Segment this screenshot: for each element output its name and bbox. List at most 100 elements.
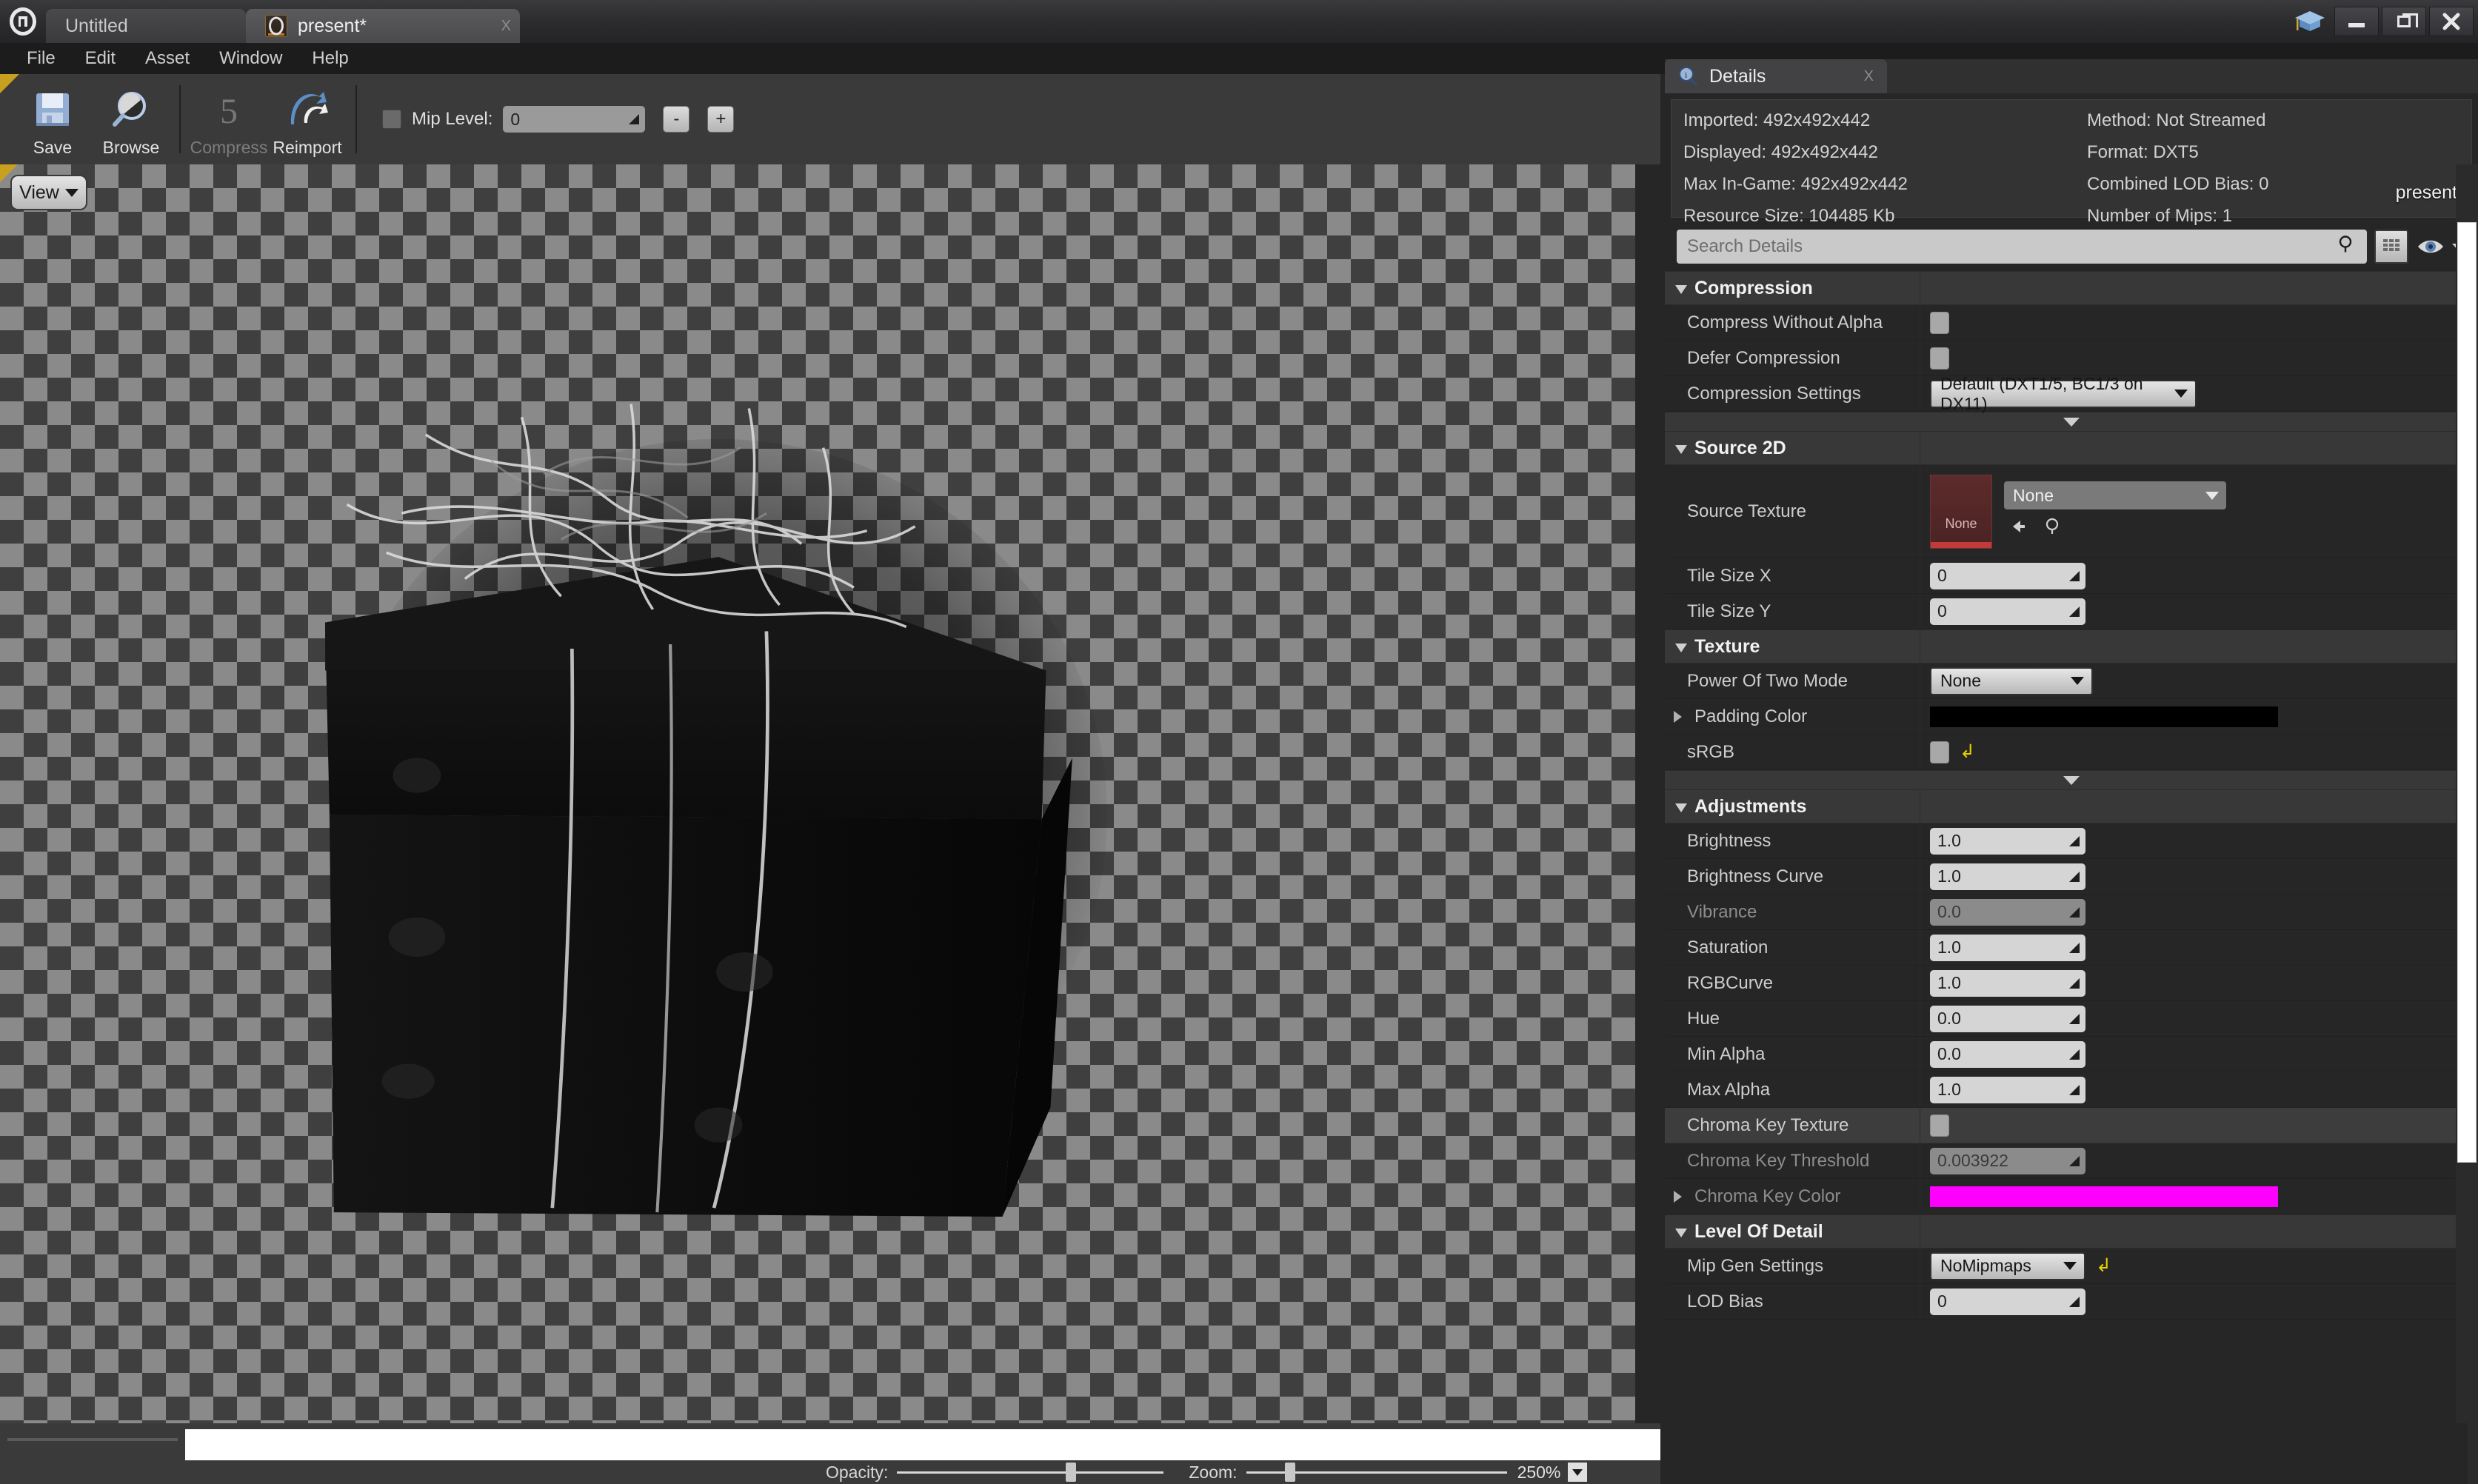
view-menu-label: View (19, 181, 59, 203)
window-maximize-button[interactable] (2382, 7, 2426, 36)
browse-button[interactable]: Browse (92, 78, 170, 160)
tile-size-x-input[interactable]: 0 (1930, 562, 2085, 589)
menu-item-help[interactable]: Help (298, 45, 361, 72)
padding-color-swatch[interactable] (1930, 706, 2278, 727)
save-button[interactable]: Save (13, 78, 92, 160)
tab-details-close-icon[interactable]: X (1864, 68, 1874, 85)
tab-untitled[interactable]: Untitled (46, 9, 246, 43)
property-row-srgb: sRGB ↲ (1665, 735, 2478, 770)
reset-to-default-icon[interactable]: ↲ (1960, 743, 1975, 761)
opacity-slider-thumb[interactable] (1066, 1463, 1077, 1482)
drag-handle-icon[interactable] (2069, 942, 2080, 953)
menu-item-file[interactable]: File (13, 45, 69, 72)
drag-handle-icon[interactable] (2069, 1296, 2080, 1307)
reimport-button[interactable]: Reimport (268, 78, 347, 160)
drag-handle-icon[interactable] (2069, 835, 2080, 846)
search-input[interactable]: Search Details (1677, 230, 2367, 264)
texture-section-expander[interactable] (1665, 770, 2478, 789)
info-imported: Imported: 492x492x442 (1683, 110, 1871, 130)
tile-size-y-input[interactable]: 0 (1930, 598, 2085, 625)
mip-gen-settings-dropdown[interactable]: NoMipmaps (1930, 1251, 2085, 1280)
lod-bias-input[interactable]: 0 (1930, 1288, 2085, 1315)
saturation-input[interactable]: 1.0 (1930, 934, 2085, 961)
viewport-horizontal-scrollbar-thumb[interactable] (185, 1429, 1660, 1460)
hue-value: 0.0 (1937, 1009, 1961, 1028)
chroma-key-texture-checkbox[interactable] (1930, 1114, 1949, 1137)
viewport-scroll-tickmark (7, 1438, 178, 1441)
hue-input[interactable]: 0.0 (1930, 1005, 2085, 1032)
source-texture-dropdown[interactable]: None (2004, 481, 2226, 509)
expand-triangle-icon (1675, 1229, 1687, 1237)
drag-handle-icon[interactable] (2069, 1013, 2080, 1024)
browse-to-asset-icon[interactable] (2044, 517, 2063, 541)
drag-handle-icon[interactable] (629, 114, 640, 124)
texture-viewport[interactable]: View (0, 164, 1635, 1423)
window-minimize-button[interactable] (2334, 7, 2379, 36)
chroma-key-threshold-input[interactable]: 0.003922 (1930, 1147, 2085, 1174)
expand-arrow-icon[interactable] (1674, 710, 1682, 723)
source-texture-thumbnail[interactable]: None (1930, 474, 1992, 549)
chevron-down-icon (1572, 1468, 1583, 1476)
compress-without-alpha-checkbox[interactable] (1930, 311, 1949, 334)
drag-handle-icon[interactable] (2069, 906, 2080, 918)
view-menu-button[interactable]: View (10, 175, 87, 210)
window-close-button[interactable] (2429, 7, 2474, 36)
tab-present[interactable]: present* X (246, 9, 520, 43)
section-header-level-of-detail[interactable]: Level Of Detail (1665, 1214, 2478, 1249)
unreal-engine-logo-icon (0, 0, 46, 43)
drag-handle-icon[interactable] (2069, 1084, 2080, 1095)
drag-handle-icon[interactable] (2069, 1049, 2080, 1060)
section-header-texture[interactable]: Texture (1665, 629, 2478, 664)
tab-details[interactable]: i Details X (1665, 59, 1887, 93)
browse-button-label: Browse (102, 138, 160, 157)
compression-section-expander[interactable] (1665, 412, 2478, 431)
property-row-brightness-curve: Brightness Curve 1.0 (1665, 859, 2478, 895)
menu-item-edit[interactable]: Edit (72, 45, 129, 72)
graduation-cap-icon[interactable] (2288, 0, 2331, 43)
zoom-slider-thumb[interactable] (1284, 1463, 1295, 1482)
menu-item-asset[interactable]: Asset (132, 45, 203, 72)
compression-settings-dropdown[interactable]: Default (DXT1/5, BC1/3 on DX11) (1930, 374, 2197, 413)
brightness-curve-value: 1.0 (1937, 866, 1961, 886)
defer-compression-checkbox[interactable] (1930, 347, 1949, 370)
viewport-vertical-scrollbar-thumb[interactable] (2457, 222, 2477, 1163)
zoom-slider[interactable] (1246, 1461, 1507, 1483)
opacity-slider[interactable] (897, 1461, 1164, 1483)
use-selected-asset-icon[interactable] (2008, 517, 2028, 541)
mip-level-checkbox[interactable] (382, 110, 401, 129)
compress-button[interactable]: 5 Compress (190, 78, 268, 160)
property-label: LOD Bias (1687, 1291, 1763, 1311)
mip-level-input[interactable]: 0 (503, 106, 646, 133)
drag-handle-icon[interactable] (2069, 1155, 2080, 1166)
drag-handle-icon[interactable] (2069, 871, 2080, 882)
min-alpha-input[interactable]: 0.0 (1930, 1040, 2085, 1068)
srgb-checkbox[interactable] (1930, 741, 1949, 763)
zoom-dropdown-button[interactable] (1568, 1463, 1588, 1482)
mip-level-increment-button[interactable]: + (707, 106, 735, 133)
texture-asset-icon (265, 15, 287, 37)
section-title: Adjustments (1694, 795, 1807, 817)
chroma-key-color-swatch[interactable] (1930, 1186, 2278, 1207)
max-alpha-input[interactable]: 1.0 (1930, 1076, 2085, 1103)
rgbcurve-input[interactable]: 1.0 (1930, 969, 2085, 997)
expand-triangle-icon (1675, 445, 1687, 454)
details-grid-view-button[interactable] (2374, 230, 2408, 264)
brightness-curve-input[interactable]: 1.0 (1930, 863, 2085, 890)
tab-close-icon[interactable]: X (501, 19, 511, 33)
toolbar-corner-marker (0, 74, 19, 93)
reset-to-default-icon[interactable]: ↲ (2096, 1257, 2111, 1275)
drag-handle-icon[interactable] (2069, 977, 2080, 989)
eye-icon (2418, 240, 2443, 253)
drag-handle-icon[interactable] (2069, 606, 2080, 617)
section-header-compression[interactable]: Compression (1665, 271, 2478, 305)
chevron-down-icon (2174, 390, 2188, 398)
menu-item-window[interactable]: Window (206, 45, 295, 72)
vibrance-input[interactable]: 0.0 (1930, 898, 2085, 926)
section-header-source-2d[interactable]: Source 2D (1665, 431, 2478, 465)
brightness-input[interactable]: 1.0 (1930, 827, 2085, 855)
expand-arrow-icon[interactable] (1674, 1190, 1682, 1203)
power-of-two-mode-dropdown[interactable]: None (1930, 666, 2093, 695)
section-header-adjustments[interactable]: Adjustments (1665, 789, 2478, 823)
mip-level-decrement-button[interactable]: - (663, 106, 690, 133)
drag-handle-icon[interactable] (2069, 570, 2080, 581)
